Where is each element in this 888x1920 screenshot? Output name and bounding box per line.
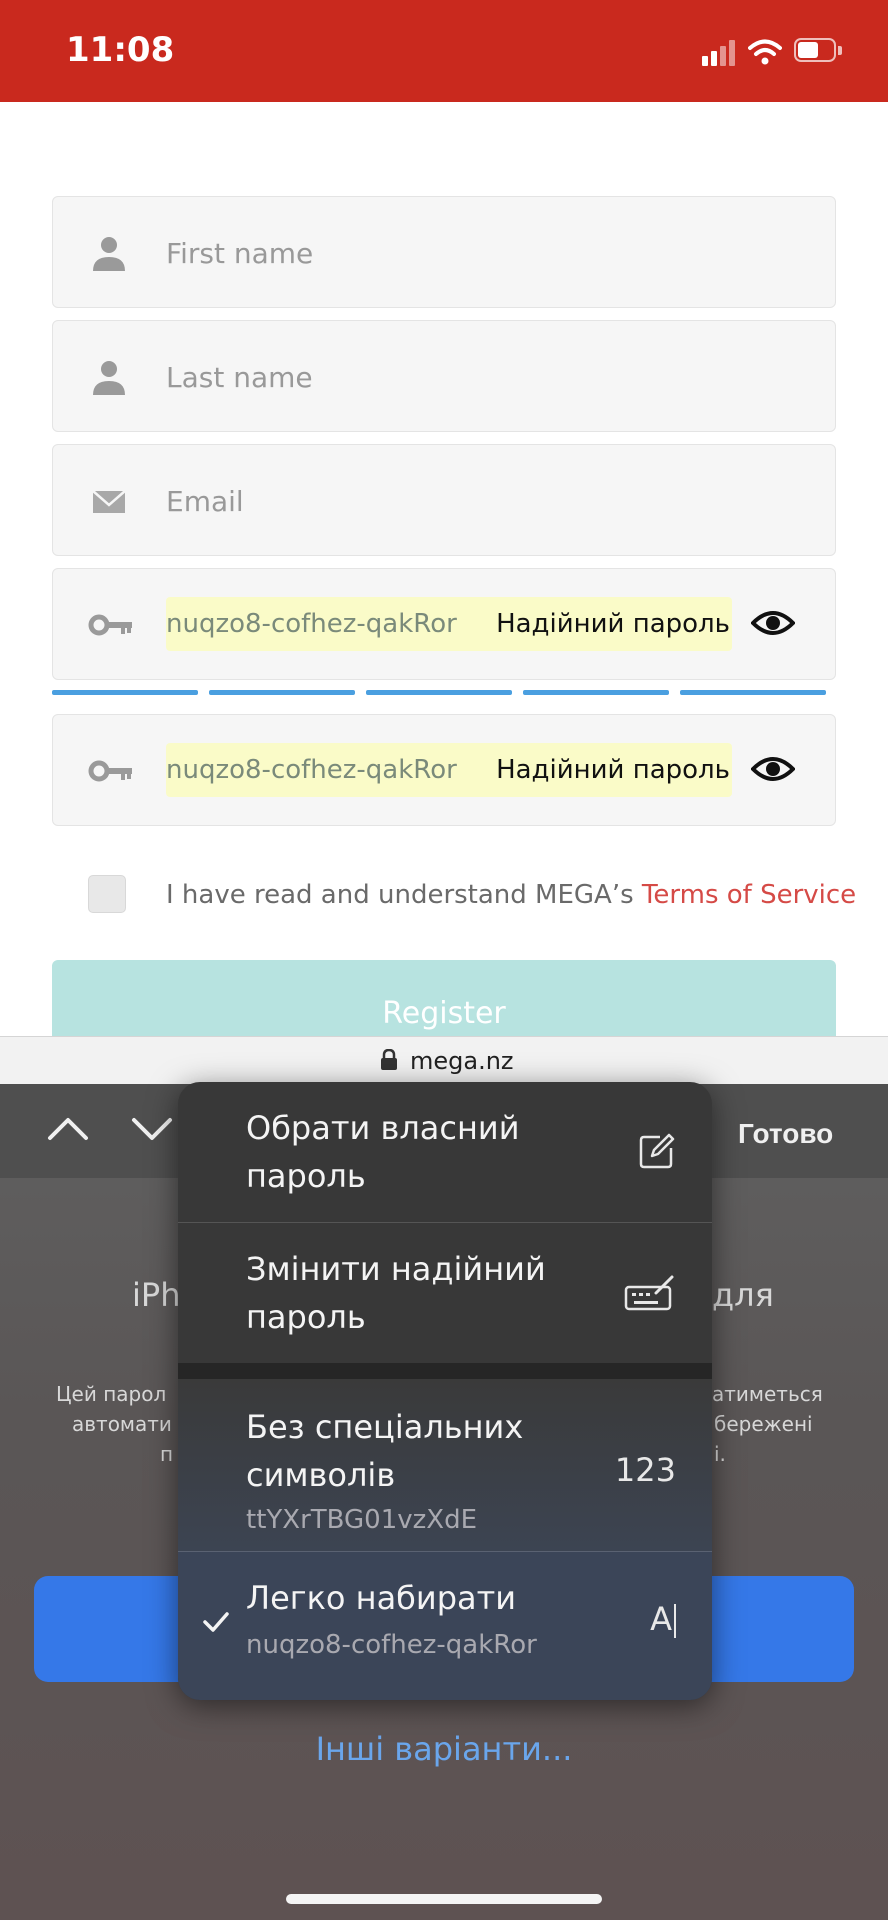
chevron-down-icon[interactable] xyxy=(130,1114,174,1144)
background-info-left-3: п xyxy=(160,1442,174,1466)
status-time: 11:08 xyxy=(66,30,175,70)
first-name-field[interactable]: First name xyxy=(52,196,836,308)
envelope-icon xyxy=(92,490,126,513)
terms-text: I have read and understand MEGA’s Terms … xyxy=(166,880,856,910)
user-icon xyxy=(93,361,125,395)
email-field[interactable]: Email xyxy=(52,444,836,556)
strength-bar-1 xyxy=(52,690,198,695)
lock-icon xyxy=(381,1049,397,1070)
done-button[interactable]: Готово xyxy=(738,1118,833,1150)
background-info-right-1: атиметься xyxy=(712,1382,823,1406)
password-field[interactable]: nuqzo8-cofhez-qakRor Надійний пароль xyxy=(52,568,836,680)
confirm-password-value: nuqzo8-cofhez-qakRor xyxy=(166,755,457,785)
wifi-icon xyxy=(748,39,782,65)
background-info-left-2: автомати xyxy=(72,1412,172,1436)
password-value: nuqzo8-cofhez-qakRor xyxy=(166,609,457,639)
no-special-line2: символів xyxy=(246,1456,396,1494)
password-options-menu: Обрати власний пароль Змінити надійний п… xyxy=(178,1082,712,1700)
background-heading-left: iPh xyxy=(132,1276,181,1314)
confirm-password-input[interactable]: nuqzo8-cofhez-qakRor Надійний пароль xyxy=(166,743,732,797)
checkmark-icon xyxy=(203,1612,229,1632)
keyboard-edit-icon xyxy=(624,1275,674,1311)
first-name-placeholder: First name xyxy=(166,237,314,270)
easy-type-password: nuqzo8-cofhez-qakRor xyxy=(246,1630,537,1660)
confirm-strength-label: Надійний пароль xyxy=(478,749,732,795)
terms-of-service-link[interactable]: Terms of Service xyxy=(642,880,856,910)
menu-group-gap xyxy=(178,1363,712,1379)
background-info-left-1: Цей парол xyxy=(56,1382,167,1406)
confirm-password-field[interactable]: nuqzo8-cofhez-qakRor Надійний пароль xyxy=(52,714,836,826)
user-icon xyxy=(93,237,125,271)
email-placeholder: Email xyxy=(166,485,244,518)
menu-item-no-special-characters[interactable]: Без спеціальних символів ttYXrTBG01vzXdE… xyxy=(178,1379,712,1551)
background-heading-right: для xyxy=(712,1276,774,1314)
strength-bar-5 xyxy=(680,690,826,695)
password-strength-label: Надійний пароль xyxy=(478,603,732,649)
url-bar[interactable]: mega.nz xyxy=(0,1036,888,1085)
strength-bar-4 xyxy=(523,690,669,695)
background-info-right-3: і. xyxy=(714,1442,726,1466)
chevron-up-icon[interactable] xyxy=(46,1114,90,1144)
last-name-placeholder: Last name xyxy=(166,361,313,394)
edit-icon xyxy=(639,1133,675,1169)
key-icon xyxy=(88,614,132,636)
no-special-line1: Без спеціальних xyxy=(246,1408,524,1446)
numbers-icon: 123 xyxy=(614,1451,676,1489)
menu-item-change-strong-password[interactable]: Змінити надійний пароль xyxy=(178,1223,712,1363)
url-domain: mega.nz xyxy=(410,1047,514,1075)
choose-own-line2: пароль xyxy=(246,1157,366,1195)
eye-icon[interactable] xyxy=(751,605,795,641)
menu-item-choose-own-password[interactable]: Обрати власний пароль xyxy=(178,1082,712,1222)
register-label: Register xyxy=(382,996,506,1031)
status-bar: 11:08 xyxy=(0,0,888,102)
easy-type-badge: A xyxy=(650,1600,672,1638)
text-cursor-icon: A xyxy=(650,1600,676,1638)
strength-bar-2 xyxy=(209,690,355,695)
other-options-link[interactable]: Інші варіанти... xyxy=(0,1730,888,1768)
eye-icon[interactable] xyxy=(751,751,795,787)
last-name-field[interactable]: Last name xyxy=(52,320,836,432)
terms-prefix: I have read and understand MEGA’s xyxy=(166,880,642,910)
change-strong-line1: Змінити надійний xyxy=(246,1250,546,1288)
choose-own-line1: Обрати власний xyxy=(246,1109,520,1147)
change-strong-line2: пароль xyxy=(246,1298,366,1336)
menu-item-easy-to-type[interactable]: Легко набирати nuqzo8-cofhez-qakRor A xyxy=(178,1552,712,1700)
strength-bar-3 xyxy=(366,690,512,695)
background-info-right-2: бережені xyxy=(714,1412,813,1436)
terms-checkbox[interactable] xyxy=(88,875,126,913)
home-indicator xyxy=(286,1894,602,1904)
battery-icon xyxy=(794,38,844,64)
no-special-password: ttYXrTBG01vzXdE xyxy=(246,1505,478,1535)
key-icon xyxy=(88,760,132,782)
easy-type-title: Легко набирати xyxy=(246,1579,517,1617)
password-input[interactable]: nuqzo8-cofhez-qakRor Надійний пароль xyxy=(166,597,732,651)
cellular-signal-icon xyxy=(702,40,738,66)
